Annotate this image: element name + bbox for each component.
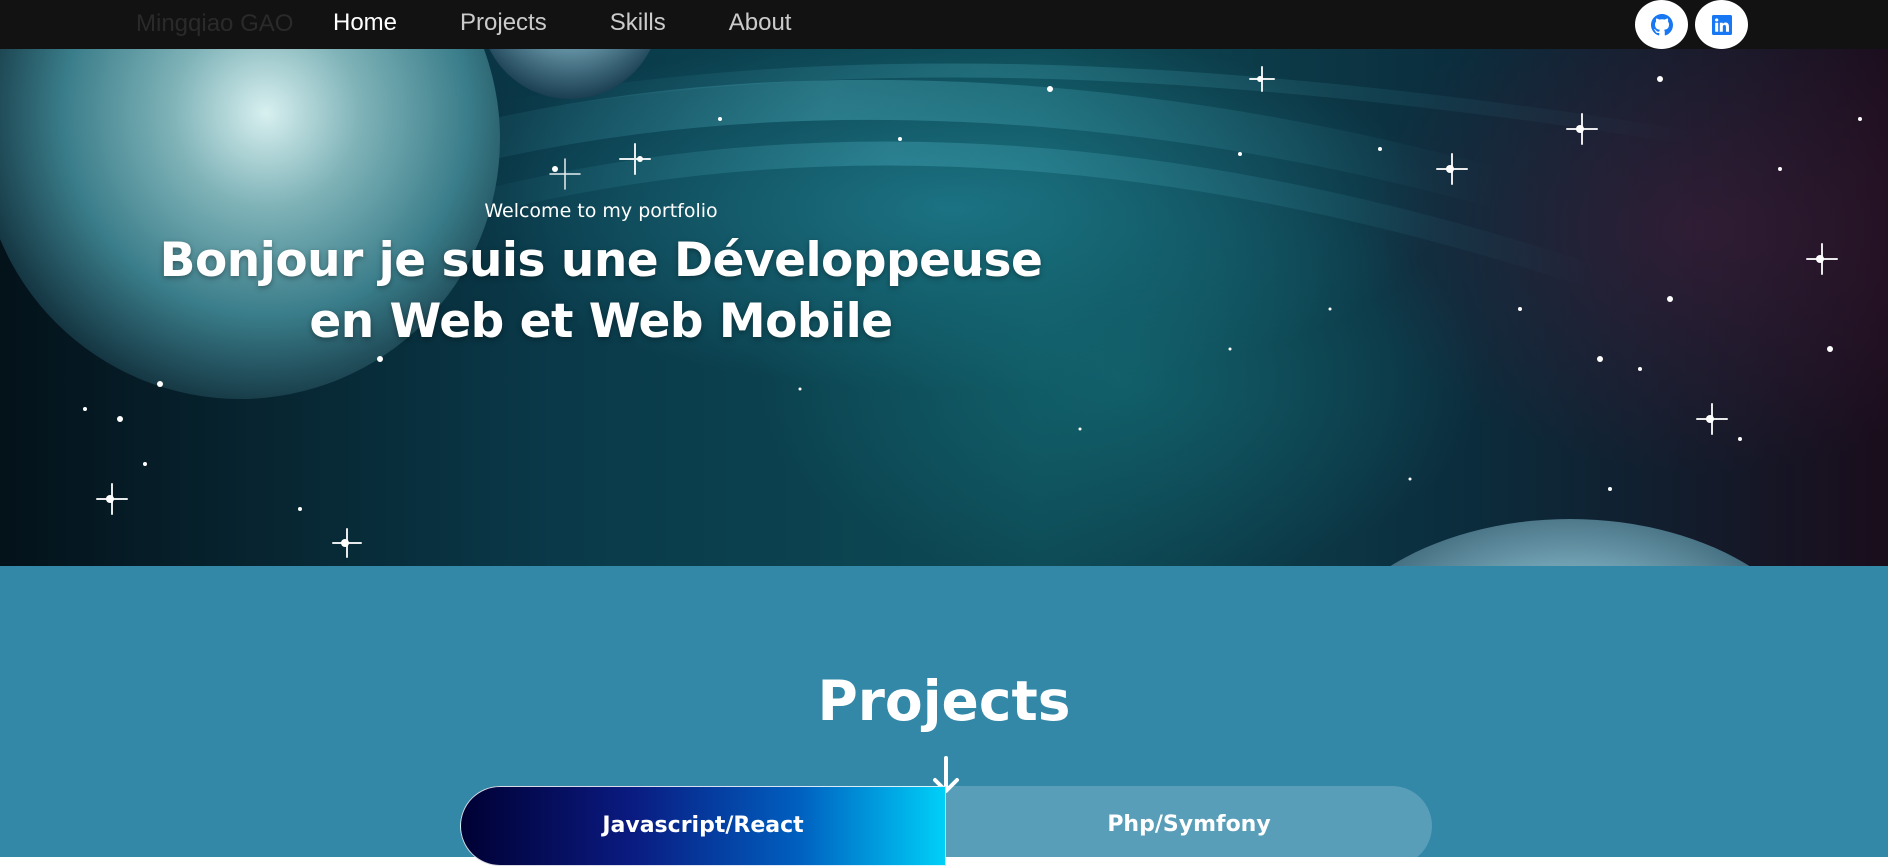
github-icon	[1650, 13, 1673, 35]
tab-javascript-react[interactable]: Javascript/React	[460, 786, 946, 866]
project-tabs: Javascript/React Php/Symfony	[460, 786, 1432, 866]
welcome-text: Welcome to my portfolio	[484, 200, 718, 222]
nav-link-projects[interactable]: Projects	[460, 8, 547, 38]
nav-links: Home Projects Skills About	[333, 8, 854, 38]
projects-title: Projects	[817, 669, 1071, 733]
nav-link-skills[interactable]: Skills	[610, 8, 666, 38]
nav-link-home[interactable]: Home	[333, 8, 397, 38]
linkedin-button[interactable]	[1695, 0, 1748, 49]
github-button[interactable]	[1635, 0, 1688, 49]
navbar: Mingqiao GAO Home Projects Skills About	[0, 0, 1888, 49]
hero-banner: Welcome to my portfolio Bonjour je suis …	[0, 49, 1888, 566]
linkedin-icon	[1711, 14, 1732, 35]
hero-headline: Bonjour je suis une Développeuse en Web …	[159, 233, 1043, 349]
brand-name[interactable]: Mingqiao GAO	[136, 9, 293, 39]
nav-link-about[interactable]: About	[729, 8, 792, 38]
tab-php-symfony[interactable]: Php/Symfony	[946, 786, 1432, 866]
projects-section: Projects Javascript/React Php/Symfony	[0, 566, 1888, 866]
